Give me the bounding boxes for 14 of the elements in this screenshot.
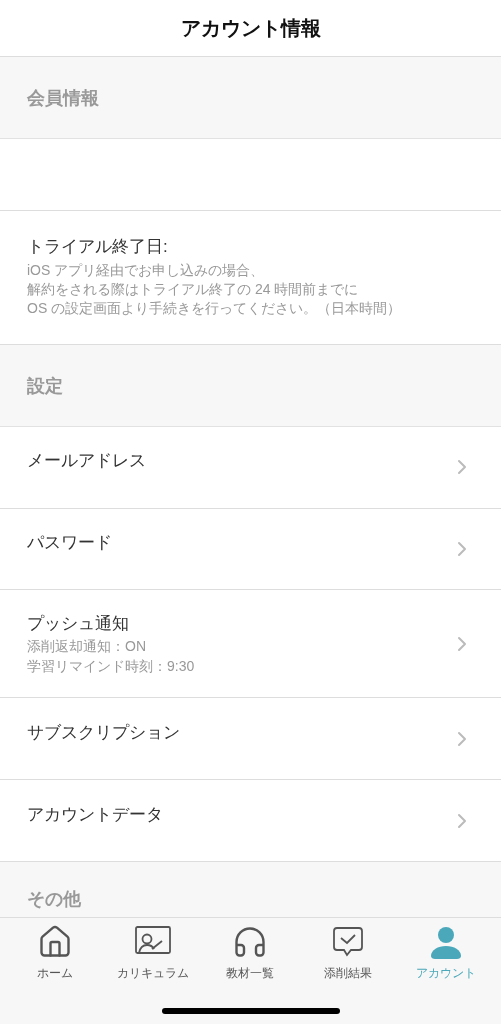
note-text: 解約をされる際はトライアル終了の 24 時間前までに	[27, 280, 360, 300]
trial-end-label: トライアル終了日:	[27, 236, 169, 259]
settings-row[interactable]: メールアドレス	[0, 426, 501, 509]
page-title: アカウント情報	[180, 16, 321, 41]
settings-row[interactable]: アカウントデータ	[0, 780, 501, 862]
tab[interactable]: カリキュラム	[104, 924, 201, 982]
note-text: OS の設定画面より手続きを行ってください。（日本時間）	[27, 299, 403, 319]
tab[interactable]: ホーム	[6, 924, 103, 982]
tab[interactable]: 添削結果	[300, 924, 397, 982]
settings-row[interactable]: プッシュ通知 添削返却通知：ON 学習リマインド時刻：9:30	[0, 590, 501, 699]
settings-row[interactable]: サブスクリプション	[0, 698, 501, 781]
tab[interactable]: 教材一覧	[202, 924, 299, 982]
note-text: iOS アプリ経由でお申し込みの場合、	[27, 261, 266, 281]
settings-row[interactable]: パスワード	[0, 508, 501, 591]
